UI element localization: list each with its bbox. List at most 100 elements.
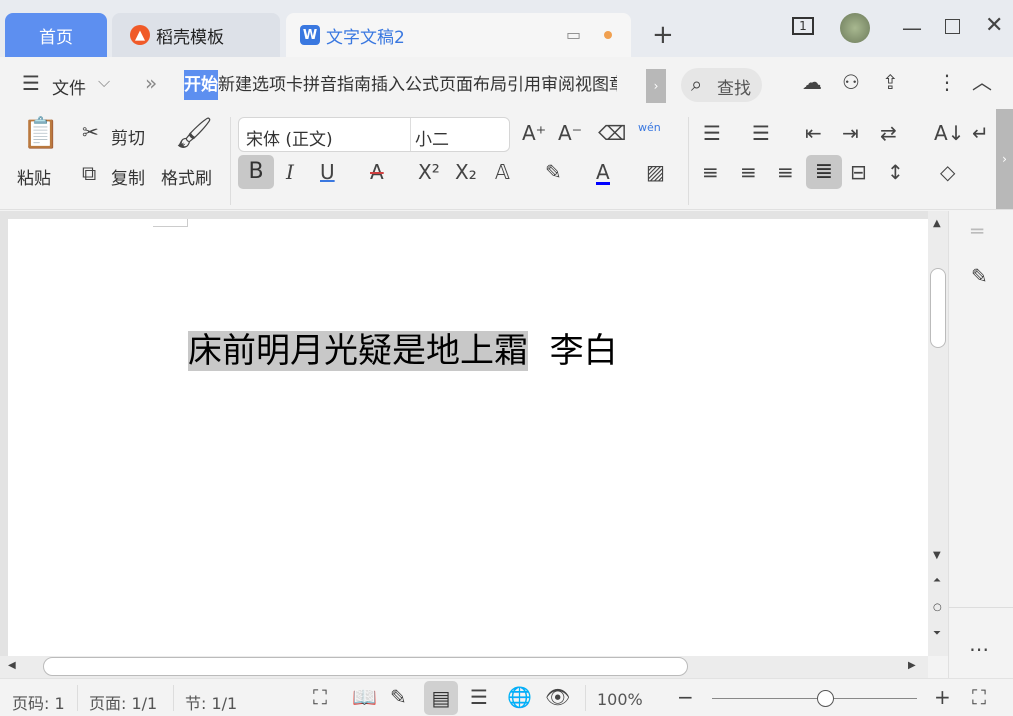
add-user-icon[interactable]: ⚇ bbox=[842, 72, 860, 92]
section-indicator[interactable]: 节: 1/1 bbox=[185, 690, 237, 714]
fullscreen-icon[interactable]: ⛶ bbox=[313, 687, 327, 707]
tab-daoke-templates[interactable]: ▲ 稻壳模板 bbox=[112, 13, 280, 57]
underline-button[interactable]: U bbox=[320, 162, 335, 182]
strikethrough-button[interactable]: A bbox=[370, 162, 384, 182]
avatar[interactable] bbox=[840, 13, 870, 43]
italic-button[interactable]: I bbox=[286, 162, 294, 182]
text-effect-button[interactable]: 𝔸 bbox=[495, 162, 510, 182]
prev-page-icon[interactable]: ⏶ bbox=[933, 576, 941, 586]
maximize-icon[interactable] bbox=[945, 19, 960, 34]
format-painter-icon[interactable]: 🖌 bbox=[175, 119, 213, 149]
increase-indent-icon[interactable]: ⇥ bbox=[842, 123, 859, 143]
zoom-out-icon[interactable]: − bbox=[677, 687, 694, 707]
tab-layout[interactable]: 页面布局 bbox=[439, 70, 507, 100]
cloud-icon[interactable]: ☁ bbox=[802, 72, 822, 92]
cut-button[interactable]: 剪切 bbox=[111, 124, 145, 149]
shrink-font-icon[interactable]: A⁻ bbox=[558, 123, 582, 143]
minimize-icon[interactable]: — bbox=[902, 18, 922, 38]
web-view-icon[interactable]: 🌐 bbox=[507, 687, 532, 707]
tab-references[interactable]: 引用 bbox=[507, 70, 541, 100]
font-color-button[interactable]: A bbox=[596, 162, 610, 185]
font-size-select[interactable]: 小二 bbox=[415, 125, 449, 150]
justify-button[interactable]: ≣ bbox=[806, 155, 842, 189]
tab-document[interactable]: W 文字文稿2 ▭ bbox=[286, 13, 631, 57]
distribute-icon[interactable]: ⊟ bbox=[850, 162, 867, 182]
tab-home[interactable]: 首页 bbox=[5, 13, 107, 57]
zoom-slider[interactable] bbox=[712, 690, 917, 707]
chevron-down-icon[interactable]: ⌵ bbox=[98, 74, 110, 90]
scroll-left-icon[interactable]: ◀ bbox=[8, 661, 16, 671]
page-number[interactable]: 页码: 1 bbox=[12, 690, 65, 714]
horizontal-scrollbar[interactable]: ◀ ▶ bbox=[0, 656, 928, 678]
search-button[interactable]: ⌕ 查找 bbox=[681, 68, 762, 102]
numbered-list-icon[interactable]: ☰ bbox=[752, 123, 770, 143]
page-view-icon[interactable]: ▤ bbox=[424, 681, 458, 715]
scroll-right-icon[interactable]: ▶ bbox=[908, 661, 916, 671]
write-mode-icon[interactable]: ✎ bbox=[390, 687, 407, 707]
document-page[interactable]: 床前明月光疑是地上霜 李白 bbox=[8, 219, 928, 656]
file-menu[interactable]: 文件 bbox=[52, 74, 86, 99]
zoom-level[interactable]: 100% bbox=[597, 690, 643, 709]
reading-mode-icon[interactable]: 📖 bbox=[352, 687, 377, 707]
align-center-icon[interactable]: ≡ bbox=[740, 162, 757, 182]
pinyin-guide-button[interactable]: wén bbox=[638, 121, 661, 134]
scissors-icon[interactable]: ✂ bbox=[82, 122, 99, 142]
tab-formula[interactable]: 公式 bbox=[405, 70, 439, 100]
shading-icon[interactable]: ◇ bbox=[940, 162, 955, 182]
document-text[interactable]: 床前明月光疑是地上霜 李白 bbox=[188, 320, 618, 382]
outline-view-icon[interactable]: ☰ bbox=[470, 687, 488, 707]
grow-font-icon[interactable]: A⁺ bbox=[522, 123, 546, 143]
tab-new-tab[interactable]: 新建选项卡 bbox=[218, 70, 303, 100]
hamburger-icon[interactable]: ☰ bbox=[22, 73, 40, 93]
sort-icon[interactable]: A↓ bbox=[934, 123, 964, 143]
tabs-scroll-right[interactable]: › bbox=[646, 69, 666, 103]
paste-icon[interactable]: 📋 bbox=[22, 119, 59, 149]
tab-chapter[interactable]: 章 bbox=[609, 70, 617, 100]
tab-start[interactable]: 开始 bbox=[184, 70, 218, 100]
pen-icon[interactable]: ✎ bbox=[971, 266, 988, 286]
line-spacing-icon[interactable]: ↕ bbox=[887, 162, 904, 182]
double-chevron-icon[interactable]: » bbox=[145, 73, 157, 93]
fit-window-icon[interactable]: ⛶ bbox=[972, 687, 986, 707]
font-name-select[interactable]: 宋体 (正文) bbox=[246, 125, 333, 150]
bold-button[interactable]: B bbox=[238, 155, 274, 189]
select-browse-icon[interactable]: ○ bbox=[933, 603, 942, 613]
text-direction-icon[interactable]: ⇄ bbox=[880, 123, 897, 143]
zoom-in-icon[interactable]: + bbox=[934, 687, 951, 707]
highlight-button[interactable]: ✎ bbox=[545, 162, 562, 182]
share-icon[interactable]: ⇪ bbox=[882, 72, 899, 92]
collapse-ribbon-icon[interactable]: ︿ bbox=[972, 72, 992, 92]
h-scroll-thumb[interactable] bbox=[43, 657, 688, 676]
copy-icon[interactable]: ⧉ bbox=[82, 163, 96, 183]
tab-insert[interactable]: 插入 bbox=[371, 70, 405, 100]
page-count[interactable]: 页面: 1/1 bbox=[89, 690, 157, 714]
selected-text[interactable]: 床前明月光疑是地上霜 bbox=[188, 331, 528, 371]
paragraph-mark-icon[interactable]: ↵ bbox=[972, 123, 989, 143]
zoom-slider-thumb[interactable] bbox=[816, 690, 834, 707]
more-panel-icon[interactable]: ⋯ bbox=[969, 639, 989, 659]
eraser-icon[interactable]: ⌫ bbox=[598, 123, 626, 143]
author-text[interactable]: 李白 bbox=[550, 331, 618, 371]
superscript-button[interactable]: X² bbox=[418, 162, 440, 182]
eye-protection-icon[interactable]: 👁 bbox=[545, 687, 570, 707]
bullet-list-icon[interactable]: ☰ bbox=[703, 123, 721, 143]
close-icon[interactable]: ✕ bbox=[985, 15, 1003, 37]
format-painter-button[interactable]: 格式刷 bbox=[161, 164, 212, 189]
more-icon[interactable]: ⋮ bbox=[937, 72, 957, 92]
new-tab-button[interactable]: + bbox=[652, 22, 674, 48]
scroll-thumb[interactable] bbox=[930, 268, 946, 348]
align-right-icon[interactable]: ≡ bbox=[777, 162, 794, 182]
window-count-button[interactable]: 1 bbox=[792, 17, 814, 35]
vertical-scrollbar[interactable]: ▲ ▼ ⏶ ○ ⏷ bbox=[928, 211, 948, 656]
tab-view[interactable]: 视图 bbox=[575, 70, 609, 100]
align-left-icon[interactable]: ≡ bbox=[702, 162, 719, 182]
char-shading-button[interactable]: ▨ bbox=[646, 162, 665, 182]
paste-button[interactable]: 粘贴 bbox=[17, 164, 51, 189]
tab-pinyin[interactable]: 拼音指南 bbox=[303, 70, 371, 100]
monitor-icon[interactable]: ▭ bbox=[566, 25, 581, 44]
copy-button[interactable]: 复制 bbox=[111, 164, 145, 189]
decrease-indent-icon[interactable]: ⇤ bbox=[805, 123, 822, 143]
tab-review[interactable]: 审阅 bbox=[541, 70, 575, 100]
ribbon-scroll-right[interactable]: › bbox=[996, 109, 1013, 209]
next-page-icon[interactable]: ⏷ bbox=[933, 629, 941, 639]
